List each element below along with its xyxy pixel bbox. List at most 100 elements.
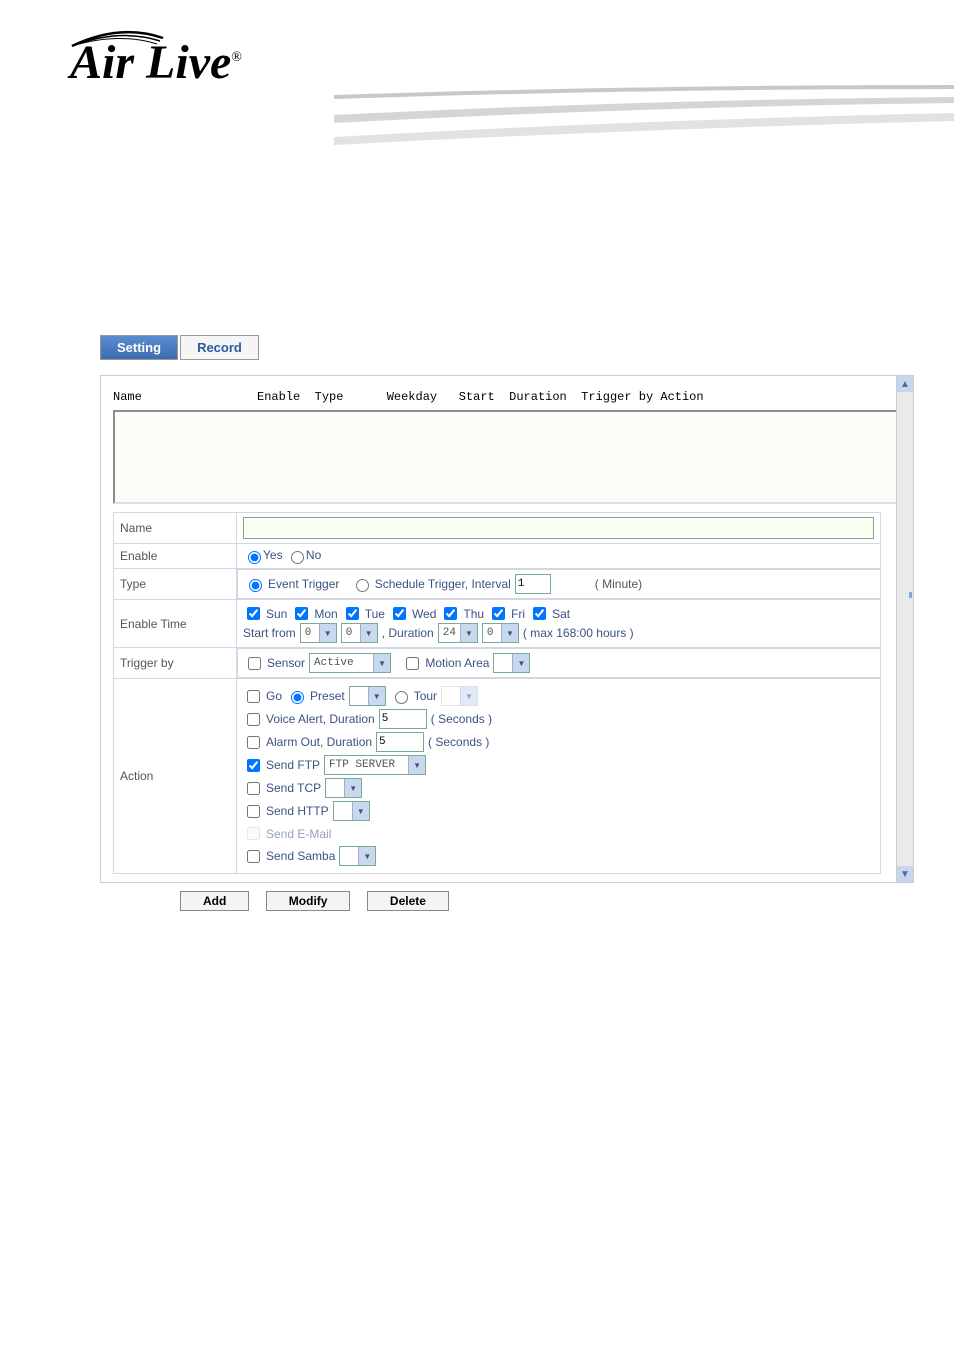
- start-min-select[interactable]: 0▼: [341, 623, 378, 643]
- tab-bar: Setting Record: [100, 335, 914, 360]
- samba-check[interactable]: [247, 850, 260, 863]
- email-check: [247, 827, 260, 840]
- enable-yes-label: Yes: [263, 548, 283, 562]
- day-fri-check[interactable]: [492, 607, 505, 620]
- scroll-up-icon[interactable]: ▲: [897, 376, 913, 392]
- sensor-check[interactable]: [248, 657, 261, 670]
- day-sat-label: Sat: [552, 607, 570, 621]
- start-from-label: Start from: [243, 626, 296, 640]
- dur-min-select[interactable]: 0▼: [482, 623, 519, 643]
- chevron-down-icon: ▼: [460, 687, 477, 705]
- label-trigger-by: Trigger by: [114, 648, 237, 679]
- type-schedule-radio[interactable]: [356, 579, 369, 592]
- interval-input[interactable]: [515, 574, 551, 594]
- voice-check[interactable]: [247, 713, 260, 726]
- tab-record[interactable]: Record: [180, 335, 259, 360]
- enable-no-label: No: [306, 548, 321, 562]
- alarm-duration-input[interactable]: [376, 732, 424, 752]
- tour-select: ▼: [441, 686, 478, 706]
- col-weekday: Weekday: [387, 390, 437, 404]
- samba-label: Send Samba: [266, 849, 335, 863]
- label-type: Type: [114, 569, 237, 600]
- http-label: Send HTTP: [266, 804, 329, 818]
- voice-label: Voice Alert, Duration: [266, 712, 375, 726]
- ftp-label: Send FTP: [266, 758, 320, 772]
- scroll-track[interactable]: [897, 392, 913, 866]
- max-hours-label: ( max 168:00 hours ): [523, 626, 634, 640]
- go-label: Go: [266, 689, 282, 703]
- day-wed-check[interactable]: [393, 607, 406, 620]
- col-start: Start: [459, 390, 495, 404]
- label-action: Action: [114, 679, 237, 874]
- http-select[interactable]: ▼: [333, 801, 370, 821]
- chevron-down-icon: ▼: [344, 779, 361, 797]
- chevron-down-icon: ▼: [373, 654, 390, 672]
- http-check[interactable]: [247, 805, 260, 818]
- day-sat-check[interactable]: [533, 607, 546, 620]
- logo: Air Live®: [70, 35, 242, 90]
- rule-list[interactable]: [113, 410, 901, 504]
- tcp-select[interactable]: ▼: [325, 778, 362, 798]
- chevron-down-icon: ▼: [360, 624, 377, 642]
- type-schedule-label: Schedule Trigger, Interval: [375, 577, 511, 591]
- chevron-down-icon: ▼: [368, 687, 385, 705]
- sensor-label: Sensor: [267, 656, 305, 670]
- day-mon-check[interactable]: [295, 607, 308, 620]
- tcp-label: Send TCP: [266, 781, 321, 795]
- enable-no-radio[interactable]: [291, 551, 304, 564]
- logo-trademark: ®: [231, 50, 242, 65]
- duration-label: , Duration: [382, 626, 434, 640]
- col-action: Action: [660, 390, 703, 404]
- ftp-check[interactable]: [247, 759, 260, 772]
- voice-seconds-label: ( Seconds ): [431, 712, 492, 726]
- add-button[interactable]: Add: [180, 891, 249, 911]
- col-name: Name: [113, 390, 142, 404]
- chevron-down-icon: ▼: [358, 847, 375, 865]
- day-mon-label: Mon: [314, 607, 337, 621]
- logo-text: Air Live: [70, 36, 231, 89]
- dur-hour-select[interactable]: 24▼: [438, 623, 478, 643]
- day-fri-label: Fri: [511, 607, 525, 621]
- samba-select[interactable]: ▼: [339, 846, 376, 866]
- modify-button[interactable]: Modify: [266, 891, 351, 911]
- preset-label: Preset: [310, 689, 345, 703]
- alarm-check[interactable]: [247, 736, 260, 749]
- day-thu-label: Thu: [463, 607, 484, 621]
- email-label: Send E-Mail: [266, 827, 331, 841]
- chevron-down-icon: ▼: [408, 756, 425, 774]
- chevron-down-icon: ▼: [319, 624, 336, 642]
- label-enable: Enable: [114, 544, 237, 569]
- type-event-radio[interactable]: [249, 579, 262, 592]
- scroll-down-icon[interactable]: ▼: [897, 866, 913, 882]
- enable-yes-radio[interactable]: [248, 551, 261, 564]
- tcp-check[interactable]: [247, 782, 260, 795]
- name-input[interactable]: [243, 517, 874, 539]
- motion-check[interactable]: [406, 657, 419, 670]
- motion-select[interactable]: ▼: [493, 653, 530, 673]
- tab-setting[interactable]: Setting: [100, 335, 178, 360]
- day-sun-label: Sun: [266, 607, 287, 621]
- day-thu-check[interactable]: [444, 607, 457, 620]
- tour-label: Tour: [414, 689, 437, 703]
- settings-panel: Name Enable Type Weekday Start Duration …: [100, 375, 914, 883]
- go-check[interactable]: [247, 690, 260, 703]
- day-sun-check[interactable]: [247, 607, 260, 620]
- voice-duration-input[interactable]: [379, 709, 427, 729]
- preset-select[interactable]: ▼: [349, 686, 386, 706]
- chevron-down-icon: ▼: [460, 624, 477, 642]
- minute-label: ( Minute): [595, 577, 642, 591]
- vertical-scrollbar[interactable]: ▲ ▼: [896, 376, 913, 882]
- day-tue-check[interactable]: [346, 607, 359, 620]
- delete-button[interactable]: Delete: [367, 891, 449, 911]
- tour-radio[interactable]: [395, 691, 408, 704]
- chevron-down-icon: ▼: [501, 624, 518, 642]
- col-enable: Enable: [257, 390, 300, 404]
- preset-radio[interactable]: [291, 691, 304, 704]
- day-wed-label: Wed: [412, 607, 436, 621]
- start-hour-select[interactable]: 0▼: [300, 623, 337, 643]
- ftp-select[interactable]: FTP SERVER▼: [324, 755, 426, 775]
- col-duration: Duration: [509, 390, 567, 404]
- sensor-select[interactable]: Active▼: [309, 653, 391, 673]
- col-type: Type: [315, 390, 344, 404]
- col-trigger: Trigger by: [581, 390, 653, 404]
